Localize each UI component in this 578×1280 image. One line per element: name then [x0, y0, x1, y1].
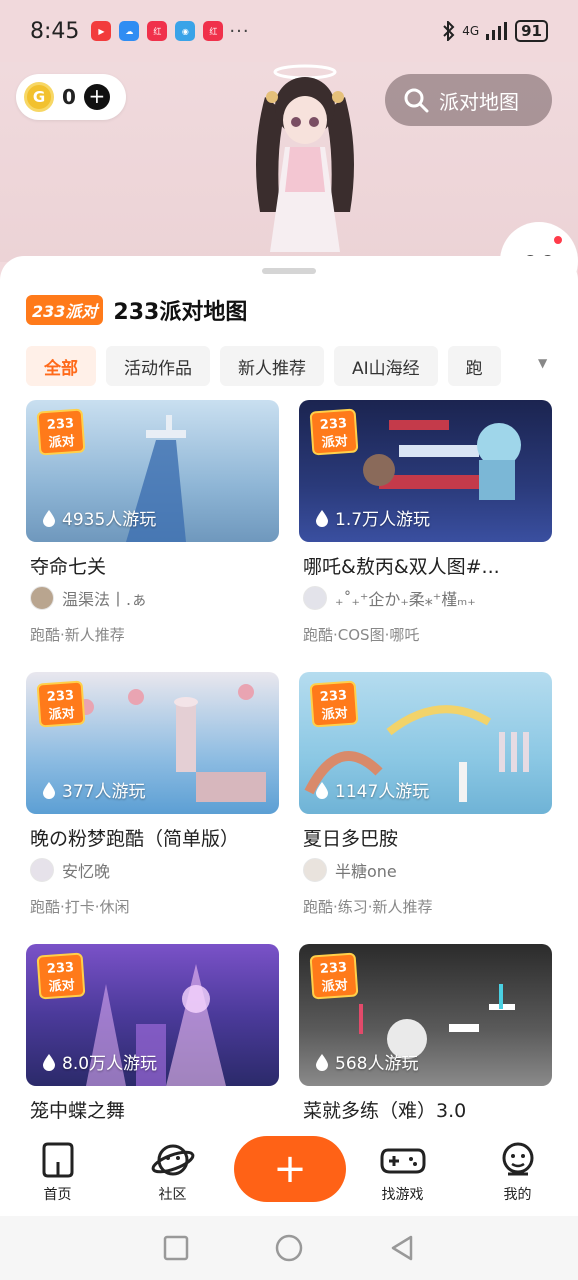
coin-icon: G: [24, 82, 54, 112]
bluetooth-icon: [443, 21, 455, 41]
map-card[interactable]: 233 派对 4935人游玩 夺命七关 温渠法丨.ぁ 跑酷·新人推荐: [26, 400, 279, 660]
notification-icons: ▶ ☁ 红 ◉ 红: [91, 21, 224, 41]
map-tags: 跑酷·打卡·休闲: [30, 898, 130, 916]
party-badge: 233 派对: [36, 952, 86, 1000]
browser-app-icon: ◉: [175, 21, 196, 41]
map-title: 笼中蝶之舞: [30, 1100, 126, 1122]
map-tags: 跑酷·新人推荐: [30, 626, 125, 644]
drop-icon: [316, 781, 328, 799]
nav-find-games[interactable]: 找游戏: [345, 1126, 460, 1204]
drop-icon: [43, 1053, 55, 1071]
party-badge: 233 派对: [309, 408, 359, 456]
map-thumbnail[interactable]: 233 派对 377人游玩: [26, 672, 279, 814]
map-thumbnail[interactable]: 233 派对 1.7万人游玩: [299, 400, 552, 542]
gamepad-icon: [380, 1148, 425, 1174]
back-icon[interactable]: [389, 1234, 415, 1262]
map-thumbnail[interactable]: 233 派对 1147人游玩: [299, 672, 552, 814]
hero-banner: G 0 + 派对地图: [0, 62, 578, 300]
home-icon: [42, 1142, 73, 1178]
map-author[interactable]: 温渠法丨.ぁ: [30, 586, 147, 610]
xiaohongshu-icon-2: 红: [203, 21, 224, 41]
search-icon: [404, 88, 429, 113]
recent-apps-icon[interactable]: [163, 1235, 189, 1261]
map-title: 夏日多巴胺: [303, 828, 399, 850]
map-author[interactable]: 半糖one: [303, 858, 397, 882]
profile-face-icon: [502, 1142, 533, 1176]
signal-icon: [486, 22, 508, 40]
sheet-header: 233派对 233派对地图: [26, 294, 247, 326]
map-author[interactable]: ₊˚₊⁺企か₊柔⁎⁺槿ₘ₊: [303, 586, 476, 610]
planet-icon: [151, 1144, 194, 1176]
author-avatar: [303, 586, 327, 610]
play-count: 377人游玩: [42, 777, 145, 802]
map-author[interactable]: 安忆晚: [30, 858, 110, 882]
map-thumbnail[interactable]: 233 派对 8.0万人游玩: [26, 944, 279, 1086]
add-coin-button[interactable]: +: [83, 84, 110, 110]
coin-balance[interactable]: G 0 +: [16, 74, 126, 120]
play-count: 8.0万人游玩: [42, 1049, 157, 1074]
tab-all[interactable]: 全部: [26, 346, 96, 386]
map-thumbnail[interactable]: 233 派对 568人游玩: [299, 944, 552, 1086]
party-map-sheet: 233派对 233派对地图 全部 活动作品 新人推荐 AI山海经 跑 ▼ 233…: [0, 256, 578, 1126]
tab-parkour[interactable]: 跑: [447, 346, 501, 386]
drop-icon: [316, 509, 328, 527]
player-avatar[interactable]: [230, 42, 380, 272]
map-title: 夺命七关: [30, 556, 107, 578]
search-label: 派对地图: [439, 89, 519, 114]
expand-tabs-icon[interactable]: ▼: [538, 356, 547, 370]
map-card[interactable]: 233 派对 1147人游玩 夏日多巴胺 半糖one 跑酷·练习·新人推荐: [299, 672, 552, 932]
bottom-nav: 首页 社区 · 找游戏 我的 +: [0, 1126, 578, 1216]
nav-community[interactable]: 社区: [115, 1126, 230, 1204]
tab-event-works[interactable]: 活动作品: [106, 346, 210, 386]
notification-dot: [552, 234, 564, 246]
nav-home[interactable]: 首页: [0, 1126, 115, 1204]
author-avatar: [30, 586, 54, 610]
drop-icon: [316, 1053, 328, 1071]
map-tags: 跑酷·练习·新人推荐: [303, 898, 433, 916]
network-label: 4G: [462, 24, 480, 38]
map-tags: 跑酷·COS图·哪吒: [303, 626, 420, 644]
map-card[interactable]: 233 派对 377人游玩 晚の粉梦跑酷（简单版） 安忆晚 跑酷·打卡·休闲: [26, 672, 279, 932]
category-tabs: 全部 活动作品 新人推荐 AI山海经 跑: [26, 346, 526, 386]
play-count: 1.7万人游玩: [315, 505, 430, 530]
coin-count: 0: [62, 85, 76, 109]
party-badge: 233 派对: [36, 408, 86, 456]
map-title: 晚の粉梦跑酷（简单版）: [30, 828, 240, 850]
tab-ai-shanhaijing[interactable]: AI山海经: [334, 346, 438, 386]
status-right: 4G 91: [442, 20, 548, 42]
clock: 8:45: [30, 18, 80, 44]
system-nav-bar: [0, 1216, 578, 1280]
map-search-button[interactable]: 派对地图: [385, 74, 552, 126]
party-badge: 233 派对: [309, 952, 359, 1000]
home-circle-icon[interactable]: [275, 1234, 303, 1262]
more-notifications-icon: ···: [229, 20, 250, 42]
play-count: 4935人游玩: [42, 505, 156, 530]
author-avatar: [303, 858, 327, 882]
map-card[interactable]: 233 派对 1.7万人游玩 哪吒&敖丙&双人图#... ₊˚₊⁺企か₊柔⁎⁺槿ₘ…: [299, 400, 552, 660]
map-thumbnail[interactable]: 233 派对 4935人游玩: [26, 400, 279, 542]
brand-logo: 233派对: [26, 295, 104, 325]
video-app-icon: ▶: [91, 21, 112, 41]
map-title: 哪吒&敖丙&双人图#...: [303, 556, 500, 578]
drag-handle[interactable]: [262, 268, 316, 274]
play-count: 1147人游玩: [315, 777, 429, 802]
create-button[interactable]: +: [234, 1136, 346, 1202]
page-title: 233派对地图: [113, 300, 248, 325]
drop-icon: [43, 509, 55, 527]
author-avatar: [30, 858, 54, 882]
play-count: 568人游玩: [315, 1049, 418, 1074]
nav-mine[interactable]: 我的: [460, 1126, 575, 1204]
map-title: 菜就多练（难）3.0: [303, 1100, 467, 1122]
party-badge: 233 派对: [309, 680, 359, 728]
xiaohongshu-icon: 红: [147, 21, 168, 41]
tab-new-recommend[interactable]: 新人推荐: [220, 346, 324, 386]
party-badge: 233 派对: [36, 680, 86, 728]
cloud-app-icon: ☁: [119, 21, 140, 41]
drop-icon: [43, 781, 55, 799]
battery-indicator: 91: [515, 20, 548, 42]
